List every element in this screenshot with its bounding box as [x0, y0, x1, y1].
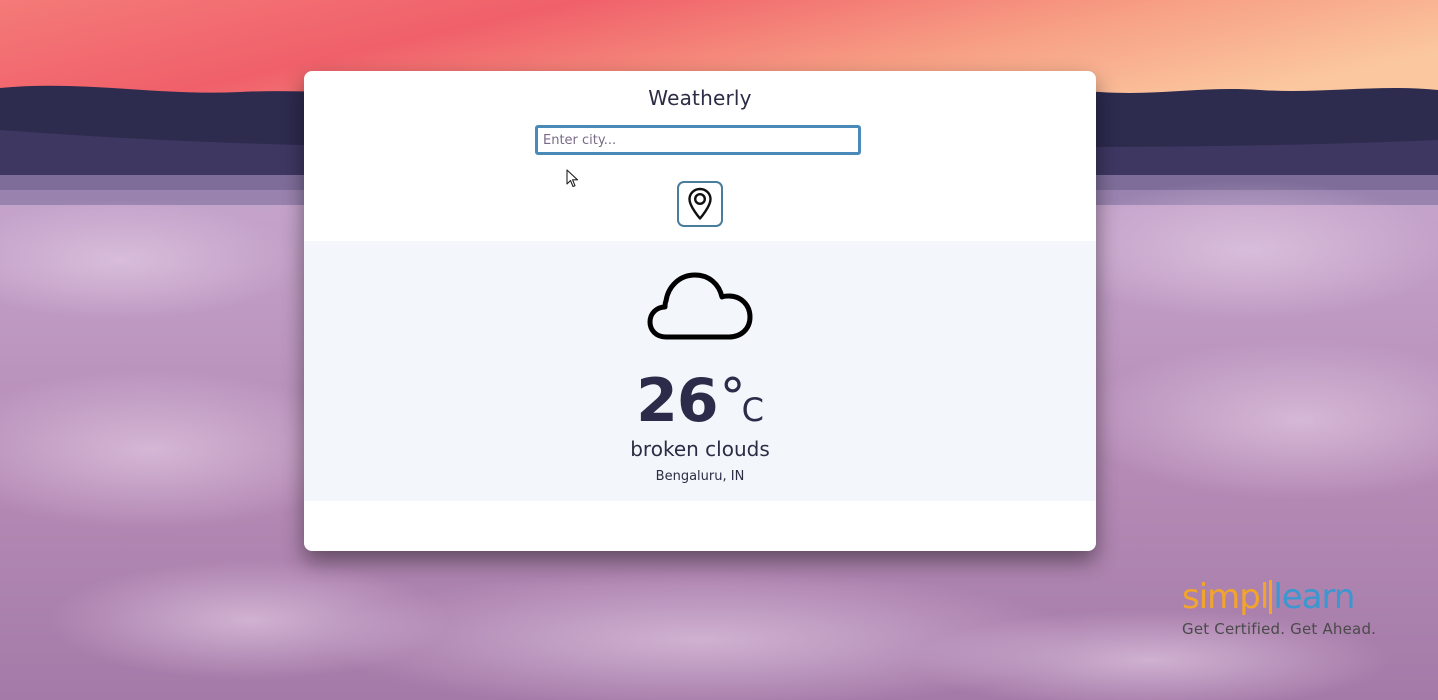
brand-tagline: Get Certified. Get Ahead. — [1182, 620, 1377, 638]
brand-divider — [1269, 580, 1273, 614]
use-location-button[interactable] — [677, 181, 723, 227]
mouse-cursor-icon — [566, 169, 579, 188]
map-pin-icon — [688, 187, 712, 220]
app-title: Weatherly — [648, 86, 752, 110]
cloud-icon — [647, 272, 753, 340]
city-search-input[interactable] — [535, 125, 861, 155]
brand-name-part1: simpl — [1182, 577, 1269, 617]
temperature-display: 26°C — [304, 371, 1096, 431]
degree-symbol: ° — [719, 368, 746, 428]
weather-result-panel: 26°C broken clouds Bengaluru, IN — [304, 241, 1096, 501]
weather-card: Weatherly 26°C broken clouds Bengaluru, … — [304, 71, 1096, 551]
brand-name-part2: learn — [1273, 577, 1355, 617]
weather-description: broken clouds — [630, 437, 770, 461]
simplilearn-logo: simpl learn Get Certified. Get Ahead. — [1182, 580, 1382, 638]
temperature-value: 26 — [636, 366, 718, 436]
brand-name: simpl learn — [1182, 580, 1382, 614]
weather-location: Bengaluru, IN — [655, 469, 745, 484]
